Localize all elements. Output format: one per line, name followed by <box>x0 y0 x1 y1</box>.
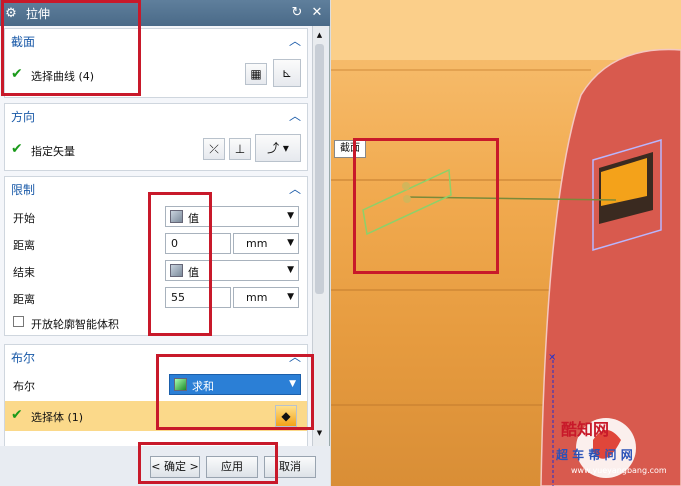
chevron-up-icon[interactable]: ︿ <box>289 180 301 197</box>
open-profile-label: 开放轮廓智能体积 <box>31 318 119 331</box>
scroll-up-icon[interactable]: ▲ <box>314 30 325 41</box>
axis-x-marker: × <box>548 352 556 363</box>
dropdown-arrow-icon: ▼ <box>287 265 294 275</box>
direction-title: 方向 <box>11 110 36 124</box>
direction-header[interactable]: 方向 ︿ <box>5 104 307 126</box>
brand-text: 超 车 帮 问 网 <box>556 448 633 462</box>
dropdown-arrow-icon: ▼ <box>287 292 294 302</box>
unit1-select[interactable]: mm ▼ <box>233 233 299 254</box>
annotation-box <box>156 354 314 430</box>
unit2-value: mm <box>246 291 268 304</box>
sketch-section-button[interactable]: ▦ <box>245 63 267 85</box>
close-icon[interactable]: ✕ <box>308 4 326 22</box>
vector-row[interactable]: ✔ 指定矢量 ⤫ ⊥ ⤴ ▾ <box>5 134 307 162</box>
direction-panel: 方向 ︿ ✔ 指定矢量 ⤫ ⊥ ⤴ ▾ <box>4 103 308 171</box>
dropdown-arrow-icon: ▼ <box>287 211 294 221</box>
unit2-select[interactable]: mm ▼ <box>233 287 299 308</box>
open-profile-checkbox[interactable] <box>13 316 24 327</box>
reset-icon[interactable]: ↻ <box>288 4 306 22</box>
start-label: 开始 <box>13 212 35 225</box>
limits-title: 限制 <box>11 183 36 197</box>
scroll-down-icon[interactable]: ▼ <box>314 428 325 439</box>
dropdown-arrow-icon: ▼ <box>287 238 294 248</box>
watermark-text: 酷知网 <box>561 420 610 439</box>
distance2-label: 距离 <box>13 293 35 306</box>
chevron-up-icon[interactable]: ︿ <box>289 32 301 49</box>
unit1-value: mm <box>246 237 268 250</box>
vector-dropdown[interactable]: ⤴ ▾ <box>255 134 301 162</box>
annotation-box <box>1 0 141 96</box>
distance1-label: 距离 <box>13 239 35 252</box>
select-body-label: 选择体 (1) <box>31 411 84 424</box>
back-face <box>331 0 681 60</box>
reverse-direction-button[interactable]: ⤫ <box>203 138 225 160</box>
scroll-thumb[interactable] <box>315 44 324 294</box>
dialog-scrollbar[interactable]: ▲ ▼ <box>312 26 326 446</box>
annotation-box <box>148 192 212 336</box>
checkmark-icon: ✔ <box>11 407 23 423</box>
vector-dialog-button[interactable]: ⊥ <box>229 138 251 160</box>
watermark-url: www.yueyangbang.com <box>571 466 667 475</box>
annotation-box <box>353 138 499 274</box>
boolean-label: 布尔 <box>13 380 35 393</box>
boolean-title: 布尔 <box>11 351 36 365</box>
chevron-up-icon[interactable]: ︿ <box>289 107 301 124</box>
end-label: 结束 <box>13 266 35 279</box>
vector-label: 指定矢量 <box>31 145 75 158</box>
annotation-box <box>138 442 278 484</box>
curve-select-button[interactable]: ⊾ <box>273 59 301 87</box>
checkmark-icon: ✔ <box>11 141 23 157</box>
